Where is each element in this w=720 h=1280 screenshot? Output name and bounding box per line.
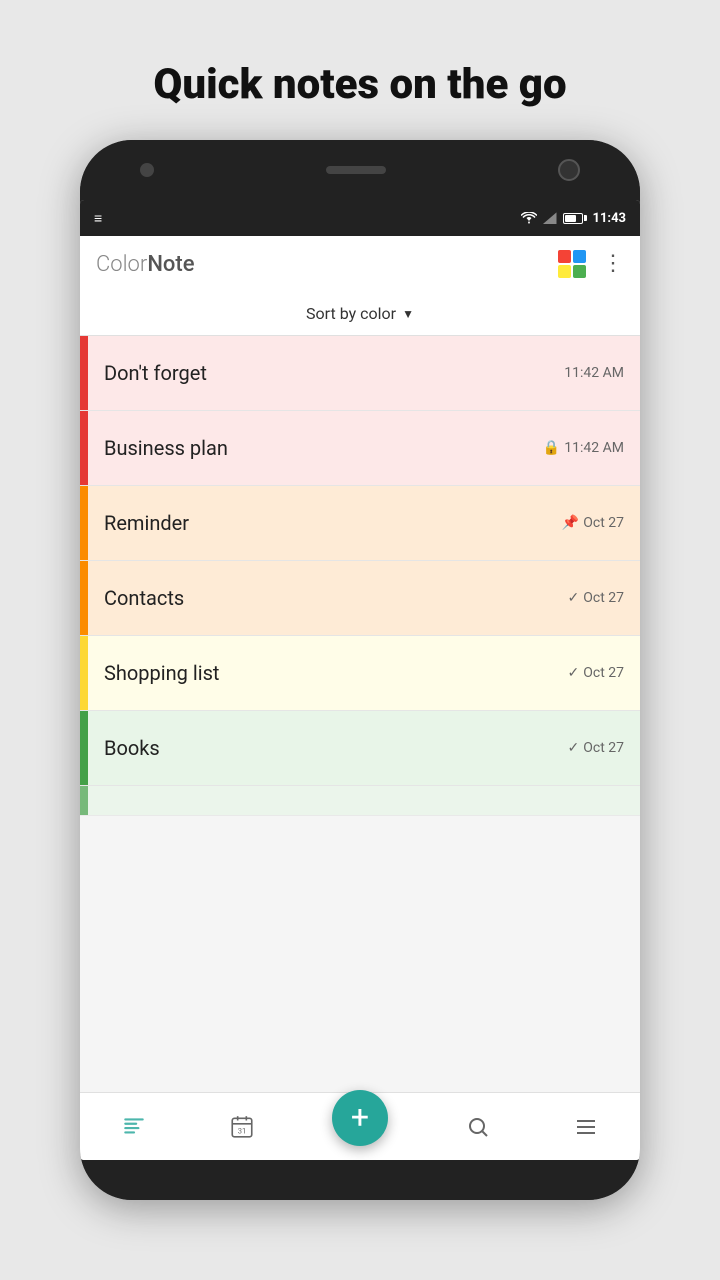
note-item[interactable]: Contacts ✓ Oct 27 [80,561,640,636]
status-time: 11:43 [593,211,627,226]
signal-icon [543,212,557,224]
note-item-partial[interactable] [80,786,640,816]
color-cell-red [558,250,571,263]
note-item[interactable]: Business plan 🔒 11:42 AM [80,411,640,486]
color-cell-yellow [558,265,571,278]
check-icon: ✓ [568,740,580,756]
sort-bar-label: Sort by color ▼ [306,304,414,323]
page-title: Quick notes on the go [113,60,606,110]
note-content: Books ✓ Oct 27 [88,711,640,785]
check-icon: ✓ [568,665,580,681]
status-bar-left: ≡ [94,210,102,227]
note-color-bar [80,636,88,710]
phone-screen: ≡ 11:43 [80,200,640,1160]
app-logo: ColorNote [96,252,195,277]
calendar-icon: 31 [229,1114,255,1140]
bottom-nav: 31 + [80,1092,640,1160]
note-content: Shopping list ✓ Oct 27 [88,636,640,710]
notes-list: Don't forget 11:42 AM Business plan 🔒 11… [80,336,640,1092]
note-color-bar [80,411,88,485]
note-meta: 11:42 AM [564,365,624,381]
note-title: Don't forget [104,361,207,385]
note-title: Business plan [104,436,228,460]
notification-icon: ≡ [94,210,102,227]
phone-speaker [326,166,386,174]
notes-icon [121,1114,147,1140]
note-title: Books [104,736,160,760]
status-bar-right: 11:43 [521,211,627,226]
note-title: Shopping list [104,661,219,685]
fab-plus-icon: + [351,1101,369,1133]
note-color-bar [80,786,88,815]
note-content [88,786,640,815]
front-camera [140,163,154,177]
note-content: Don't forget 11:42 AM [88,336,640,410]
note-color-bar [80,486,88,560]
nav-item-notes[interactable] [80,1093,188,1160]
note-item[interactable]: Shopping list ✓ Oct 27 [80,636,640,711]
sort-bar[interactable]: Sort by color ▼ [80,292,640,336]
pin-icon: 📌 [562,515,579,531]
lock-icon: 🔒 [543,440,560,456]
fab-button[interactable]: + [332,1090,388,1146]
phone-bottom-bezel [80,1160,640,1200]
note-title: Reminder [104,511,189,535]
check-icon: ✓ [568,590,580,606]
note-content: Business plan 🔒 11:42 AM [88,411,640,485]
note-meta: ✓ Oct 27 [568,665,624,681]
note-item[interactable]: Books ✓ Oct 27 [80,711,640,786]
note-content: Reminder 📌 Oct 27 [88,486,640,560]
color-cell-blue [573,250,586,263]
note-item[interactable]: Don't forget 11:42 AM [80,336,640,411]
svg-text:31: 31 [237,1126,246,1135]
app-bar-right: ⋮ [558,250,624,278]
nav-item-calendar[interactable]: 31 [188,1093,296,1160]
note-title: Contacts [104,586,184,610]
note-meta: 🔒 11:42 AM [543,440,624,456]
nav-item-search[interactable] [425,1093,533,1160]
more-options-button[interactable]: ⋮ [602,253,624,275]
phone-frame: ≡ 11:43 [80,140,640,1200]
wifi-icon [521,212,537,224]
note-meta: ✓ Oct 27 [568,590,624,606]
nav-item-menu[interactable] [532,1093,640,1160]
battery-icon [563,213,587,224]
note-content: Contacts ✓ Oct 27 [88,561,640,635]
phone-top-bezel [80,140,640,200]
color-cell-green [573,265,586,278]
app-bar: ColorNote ⋮ [80,236,640,292]
note-meta: 📌 Oct 27 [562,515,624,531]
camera-lens [558,159,580,181]
note-color-bar [80,711,88,785]
hamburger-icon [574,1115,598,1139]
note-meta: ✓ Oct 27 [568,740,624,756]
search-icon [466,1115,490,1139]
color-grid-icon[interactable] [558,250,586,278]
note-color-bar [80,336,88,410]
note-color-bar [80,561,88,635]
status-bar: ≡ 11:43 [80,200,640,236]
note-item[interactable]: Reminder 📌 Oct 27 [80,486,640,561]
sort-arrow-icon: ▼ [402,307,414,321]
